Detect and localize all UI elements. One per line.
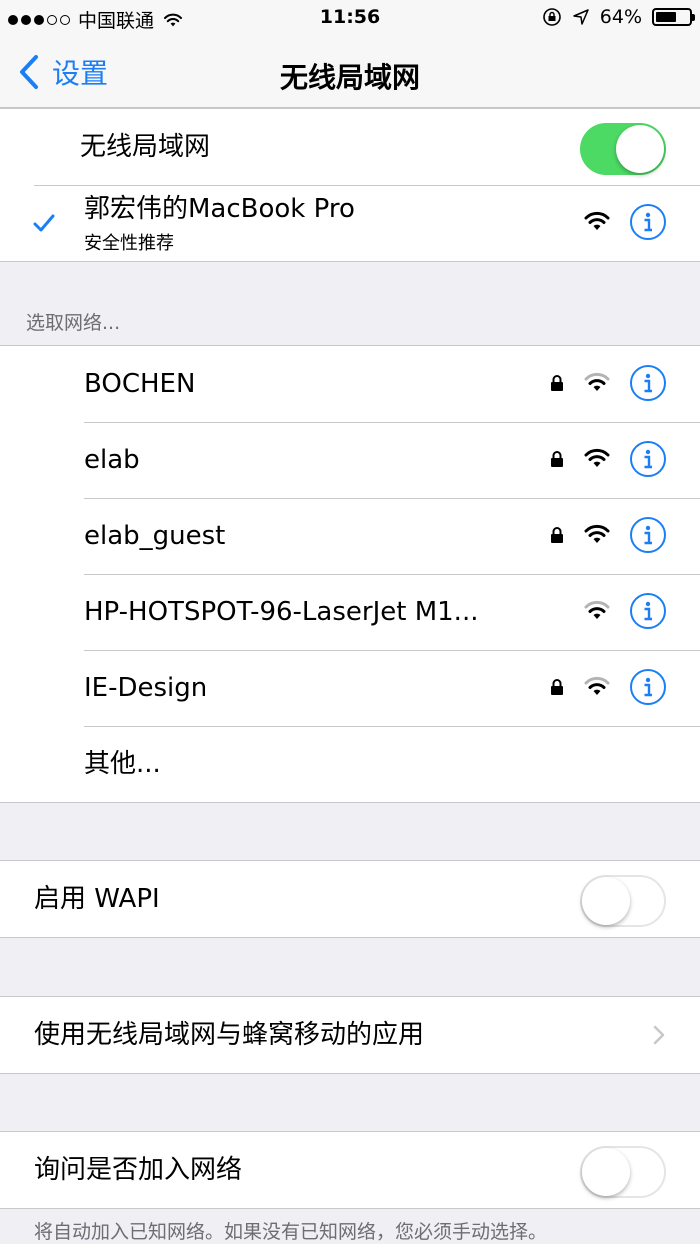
wlan-cellular-apps-row[interactable]: 使用无线局域网与蜂窝移动的应用 (0, 997, 700, 1073)
battery-icon (652, 8, 695, 26)
rotation-lock-icon (542, 8, 561, 26)
network-list: BOCHEN elab elab_guest HP-HOTSPOT-96-LaserJ… (0, 345, 700, 803)
status-bar: 中国联通 11:56 64% (0, 0, 700, 36)
lock-icon (551, 451, 563, 467)
lock-icon (551, 375, 563, 391)
checkmark-icon (33, 214, 55, 232)
battery-level (656, 12, 677, 22)
wifi-icon (584, 524, 610, 543)
wapi-label: 启用 WAPI (34, 884, 160, 914)
connected-network-row[interactable]: 郭宏伟的MacBook Pro 安全性推荐 (0, 185, 700, 261)
ask-join-label: 询问是否加入网络 (34, 1155, 243, 1185)
other-network-label: 其他... (84, 749, 161, 779)
navigation-bar: 设置 无线局域网 (0, 36, 700, 108)
network-row[interactable]: elab (0, 422, 700, 498)
ask-join-row: 询问是否加入网络 (0, 1132, 700, 1208)
wifi-icon (584, 372, 610, 391)
ask-join-group: 询问是否加入网络 (0, 1131, 700, 1209)
wapi-row: 启用 WAPI (0, 861, 700, 937)
ask-join-toggle[interactable] (580, 1146, 666, 1198)
network-row[interactable]: HP-HOTSPOT-96-LaserJet M1... (0, 574, 700, 650)
wifi-group: 无线局域网 郭宏伟的MacBook Pro 安全性推荐 (0, 108, 700, 262)
wapi-toggle[interactable] (580, 875, 666, 927)
wifi-icon (584, 600, 610, 619)
wlan-cellular-apps-label: 使用无线局域网与蜂窝移动的应用 (34, 1020, 425, 1050)
info-icon[interactable] (630, 593, 666, 629)
network-name: elab (84, 445, 140, 475)
network-name: BOCHEN (84, 369, 196, 399)
status-right: 64% (542, 6, 695, 28)
info-icon[interactable] (630, 441, 666, 477)
choose-network-header: 选取网络... (26, 312, 121, 334)
wifi-icon (584, 211, 610, 230)
ask-join-footer-note: 将自动加入已知网络。如果没有已知网络，您必须手动选择。 (34, 1221, 548, 1243)
network-row[interactable]: elab_guest (0, 498, 700, 574)
lock-icon (551, 679, 563, 695)
wifi-icon (584, 448, 610, 467)
info-icon[interactable] (630, 517, 666, 553)
info-icon[interactable] (630, 669, 666, 705)
network-row[interactable]: IE-Design (0, 650, 700, 726)
other-network-row[interactable]: 其他... (0, 726, 700, 802)
page-title: 无线局域网 (279, 61, 420, 94)
lock-icon (551, 527, 563, 543)
chevron-right-icon (653, 1025, 665, 1045)
network-row[interactable]: BOCHEN (0, 346, 700, 422)
wifi-toggle[interactable] (580, 123, 666, 175)
battery-percent: 64% (599, 6, 642, 28)
network-name: IE-Design (84, 673, 208, 703)
apps-group: 使用无线局域网与蜂窝移动的应用 (0, 996, 700, 1074)
connected-network-subtitle: 安全性推荐 (84, 233, 174, 254)
location-arrow-icon (573, 9, 589, 25)
wifi-icon (584, 676, 610, 695)
info-icon[interactable] (630, 204, 666, 240)
wapi-group: 启用 WAPI (0, 860, 700, 938)
network-name: elab_guest (84, 521, 226, 551)
info-icon[interactable] (630, 365, 666, 401)
network-name: HP-HOTSPOT-96-LaserJet M1... (84, 597, 479, 627)
